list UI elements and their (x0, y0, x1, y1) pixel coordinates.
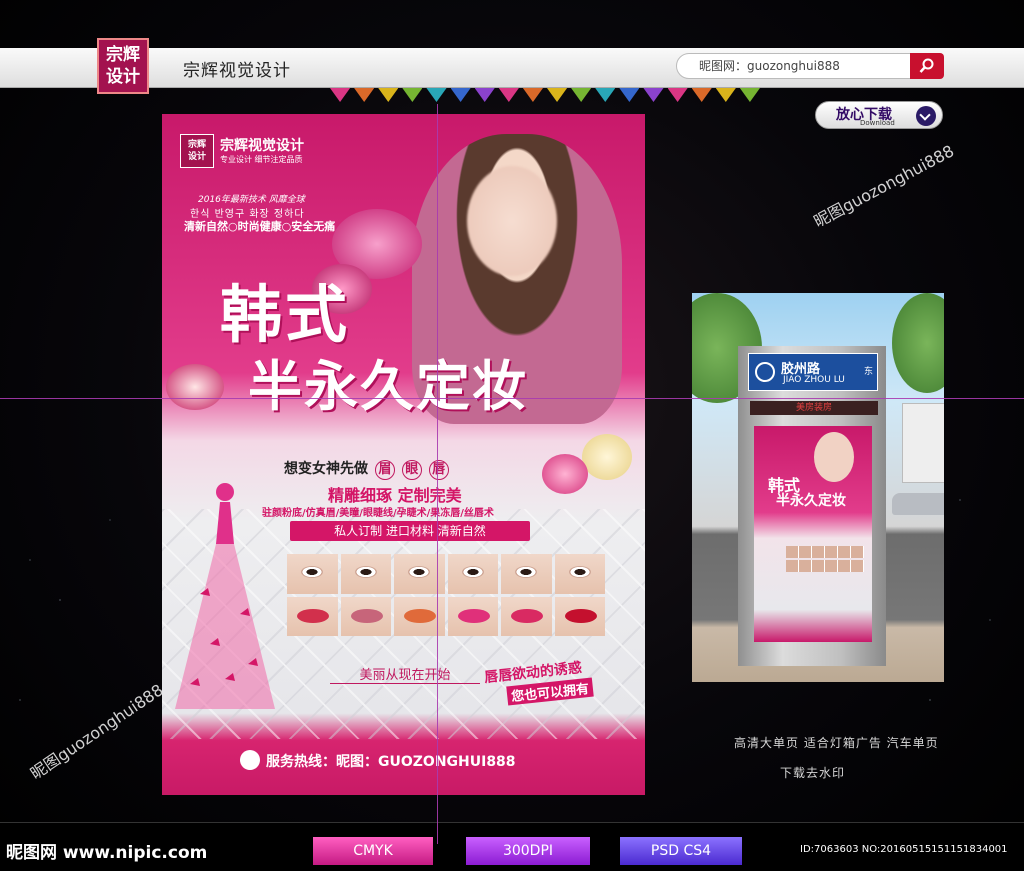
search-button[interactable] (910, 53, 944, 79)
poster-brand: 宗辉视觉设计 (220, 138, 304, 154)
mini-model-face (814, 432, 854, 482)
eye-sample (340, 554, 391, 594)
eyes-lips-gallery (287, 554, 605, 636)
eye-sample (554, 554, 605, 594)
chevron-down-icon (916, 106, 936, 126)
poster-logo: 宗辉 设计 (180, 134, 214, 168)
eye-sample (447, 554, 498, 594)
poster-title-1: 韩式 (220, 278, 351, 351)
circle-brow: 眉 (374, 460, 395, 480)
search-icon (919, 58, 934, 73)
street-sign: 胶州路 JIAO ZHOU LU 东 (748, 353, 878, 391)
description-line-1: 高清大单页 适合灯箱广告 汽车单页 (734, 736, 939, 750)
poster-hotline: 服务热线：昵图：GUOZONGHUI888 (266, 754, 516, 770)
tree (892, 293, 944, 393)
poster-beauty-line: 美丽从现在开始 (330, 664, 480, 684)
eye-sample (501, 554, 552, 594)
tag-cmyk: CMYK (313, 837, 443, 865)
poster-services: 驻颜粉底/仿真眉/美瞳/眼睫线/孕睫术/果冻唇/丝唇术 (262, 508, 494, 519)
lip-sample (501, 596, 552, 636)
rose-decoration (166, 364, 224, 410)
circle-lip: 唇 (428, 460, 449, 480)
sign-logo-icon (755, 362, 775, 382)
site-logo[interactable]: 宗辉设计 (97, 38, 149, 94)
poster-preview[interactable]: 宗辉 设计 宗辉视觉设计 专业设计 细节注定品质 2016年最新技术 风靡全球 한… (162, 114, 645, 795)
site-brand-name: 宗辉视觉设计 (183, 61, 291, 81)
building (902, 403, 944, 483)
download-sublabel: Download (860, 119, 895, 127)
lightbox-banner: 美房装房 (750, 401, 878, 415)
poster-tagline-3: 清新自然○时尚健康○安全无痛 (184, 220, 336, 233)
tag-dpi: 300DPI (466, 837, 600, 865)
phone-icon (240, 750, 260, 770)
poster-slogan: 精雕细琢 定制完美 (328, 486, 462, 505)
tag-psd: PSD CS4 (620, 837, 752, 865)
poster-title-2: 半永久定妆 (248, 354, 528, 418)
mini-poster: 韩式 半永久定妆 (754, 426, 872, 642)
mini-eyes-row (786, 546, 864, 558)
poster-question: 想变女神先做 眉 眼 唇 (284, 458, 449, 480)
lily-decoration (542, 454, 588, 494)
footer-image-id: ID:7063603 NO:20160515151151834001 (800, 844, 1008, 855)
page-background: 宗辉设计 宗辉视觉设计 昵图网：guozonghui888 放心下载 Downl… (0, 0, 1024, 871)
lip-sample (287, 596, 338, 636)
footer-logo[interactable]: 昵图网 www.nipic.com (6, 838, 207, 863)
guide-line-horizontal (0, 398, 1024, 399)
circle-eye: 眼 (401, 460, 422, 480)
lightbox-mockup-photo[interactable]: 胶州路 JIAO ZHOU LU 东 美房装房 韩式 半永久定妆 (692, 293, 944, 682)
mini-title-2: 半永久定妆 (776, 493, 846, 509)
header-heart-ribbon (330, 88, 760, 104)
mini-lips-row (786, 560, 864, 572)
description-line-2: 下载去水印 (780, 766, 846, 780)
lip-sample (447, 596, 498, 636)
guide-line-vertical (437, 104, 438, 844)
street-sign-direction: 东 (863, 367, 873, 377)
download-button[interactable]: 放心下载 Download (815, 101, 943, 129)
street-sign-en: JIAO ZHOU LU (783, 375, 845, 385)
search-input[interactable]: 昵图网：guozonghui888 (676, 53, 912, 79)
lip-sample (340, 596, 391, 636)
poster-question-text: 想变女神先做 (284, 461, 368, 477)
poster-brand-sub: 专业设计 细节注定品质 (220, 155, 303, 164)
poster-feature-bar: 私人订制 进口材料 清新自然 (290, 521, 530, 541)
lip-sample (554, 596, 605, 636)
car (892, 493, 944, 515)
rose-decoration (582, 434, 632, 480)
butterfly-dress-silhouette (175, 483, 275, 709)
eye-sample (287, 554, 338, 594)
poster-tagline-1: 2016年最新技术 风靡全球 (198, 195, 305, 205)
model-face (467, 166, 557, 276)
